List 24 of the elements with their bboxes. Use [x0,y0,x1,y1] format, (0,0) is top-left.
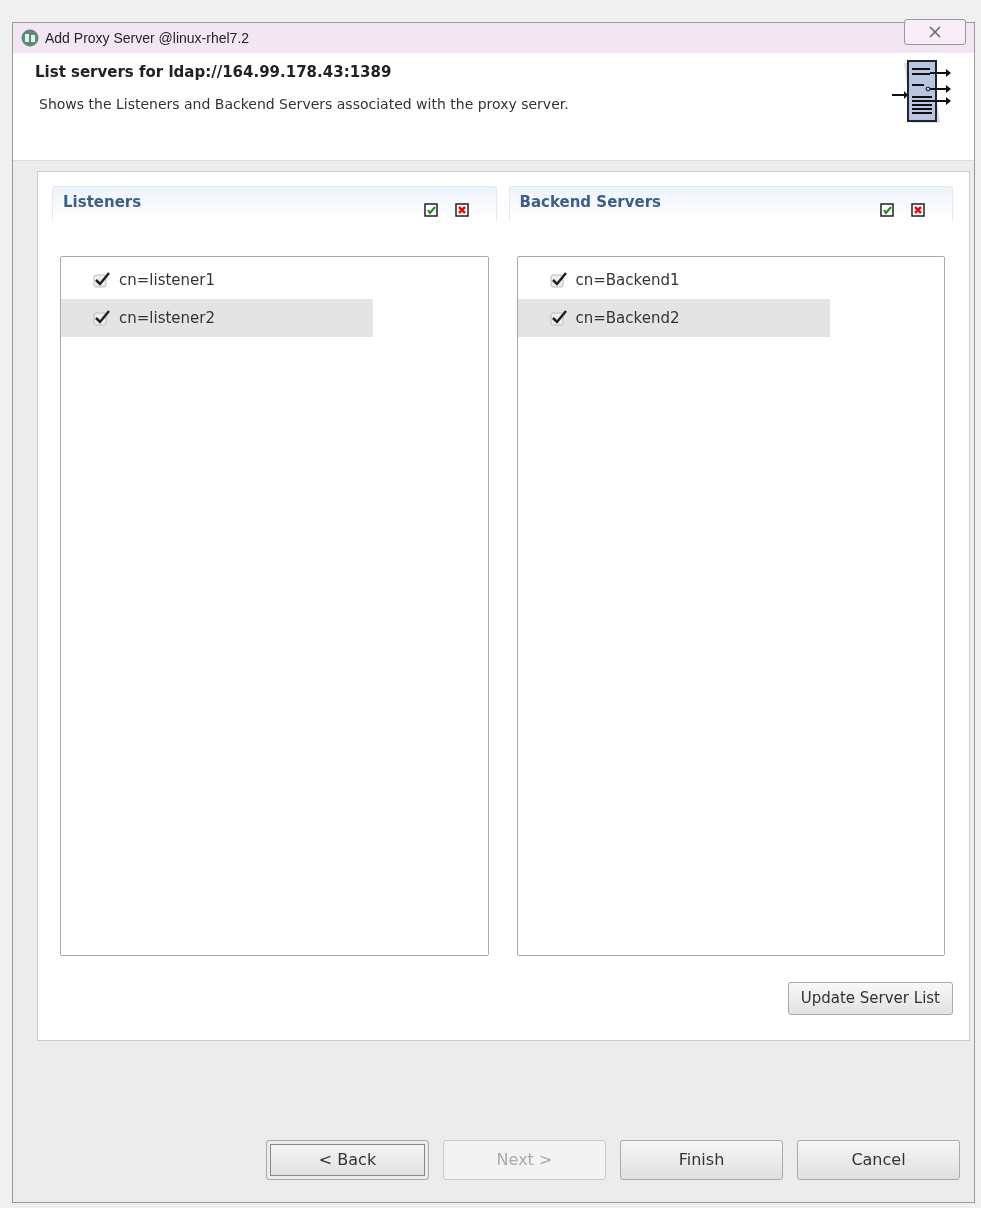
deselect-all-icon[interactable] [911,203,926,218]
window-title: Add Proxy Server @linux-rhel7.2 [45,28,250,48]
list-item[interactable]: cn=Backend2 [517,299,830,337]
wizard-button[interactable]: < Back [266,1140,429,1180]
page-description: Shows the Listeners and Backend Servers associated with the proxy server. [39,94,569,114]
list-item[interactable]: cn=listener2 [61,299,373,337]
list-item[interactable]: cn=listener1 [61,261,373,299]
server-icon [890,59,952,125]
select-all-icon[interactable] [423,203,439,218]
update-server-list-button[interactable]: Update Server List [787,982,953,1015]
wizard-button[interactable]: Cancel [797,1140,960,1180]
checkbox[interactable] [93,272,111,288]
list-item[interactable]: cn=Backend1 [517,261,830,299]
panel-title: Listeners [63,192,142,213]
page-title: List servers for ldap://164.99.178.43:1389 [35,62,393,83]
app-icon [21,29,39,47]
close-icon [929,26,941,38]
deselect-all-icon[interactable] [454,203,470,218]
checkbox[interactable] [549,310,568,326]
checkbox[interactable] [93,310,111,326]
checkbox[interactable] [549,272,568,288]
wizard-button[interactable]: Finish [620,1140,783,1180]
panel-title: Backend Servers [519,192,661,213]
select-all-icon[interactable] [880,203,895,218]
